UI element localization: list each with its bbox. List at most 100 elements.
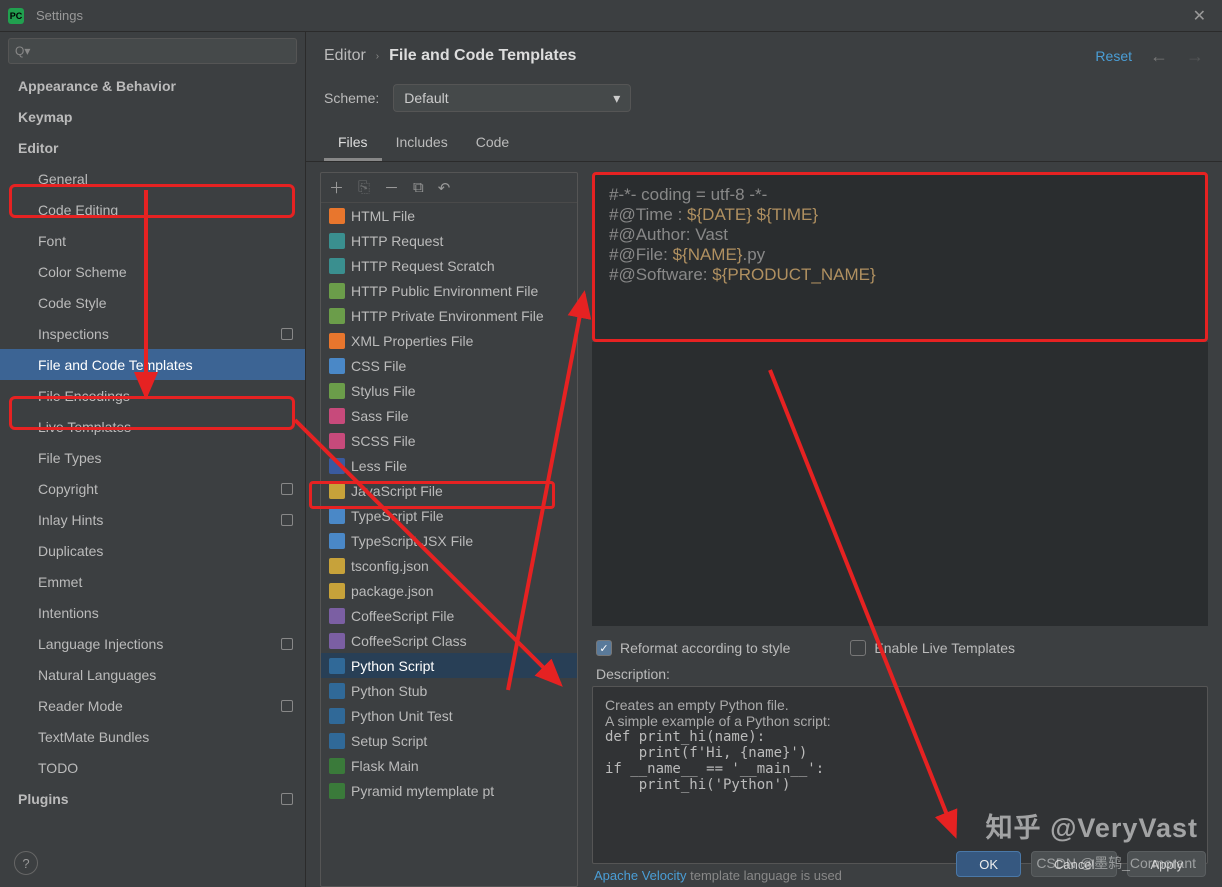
tree-item[interactable]: Inlay Hints xyxy=(0,504,305,535)
template-item[interactable]: HTML File xyxy=(321,203,577,228)
template-item[interactable]: Flask Main xyxy=(321,753,577,778)
file-type-icon xyxy=(329,608,345,624)
settings-tree[interactable]: ›Appearance & BehaviorKeymap⌄Editor›Gene… xyxy=(0,70,305,887)
tree-item[interactable]: Live Templates xyxy=(0,411,305,442)
template-item[interactable]: CoffeeScript Class xyxy=(321,628,577,653)
tree-item[interactable]: TODO xyxy=(0,752,305,783)
template-item[interactable]: Pyramid mytemplate pt xyxy=(321,778,577,803)
tree-item[interactable]: Plugins xyxy=(0,783,305,814)
scheme-label: Scheme: xyxy=(324,90,379,106)
tree-item[interactable]: Intentions xyxy=(0,597,305,628)
help-button[interactable]: ? xyxy=(14,851,38,875)
scope-badge-icon xyxy=(281,328,293,340)
tree-item[interactable]: ›Appearance & Behavior xyxy=(0,70,305,101)
ok-button[interactable]: OK xyxy=(956,851,1021,877)
tree-item[interactable]: Font xyxy=(0,225,305,256)
tree-item[interactable]: File Encodings xyxy=(0,380,305,411)
close-icon[interactable]: ✕ xyxy=(1185,2,1214,30)
tree-item[interactable]: ›Code Style xyxy=(0,287,305,318)
template-item[interactable]: JavaScript File xyxy=(321,478,577,503)
tree-item[interactable]: File and Code Templates xyxy=(0,349,305,380)
tree-item[interactable]: Reader Mode xyxy=(0,690,305,721)
template-item[interactable]: HTTP Request xyxy=(321,228,577,253)
template-item[interactable]: Python Unit Test xyxy=(321,703,577,728)
add-icon[interactable]: ＋ xyxy=(329,177,344,198)
file-type-icon xyxy=(329,558,345,574)
copy-template-icon[interactable]: ⎘ xyxy=(358,179,370,196)
live-templates-checkbox[interactable] xyxy=(850,640,866,656)
tree-item[interactable]: ›Color Scheme xyxy=(0,256,305,287)
window-title: Settings xyxy=(36,8,83,23)
search-input[interactable]: Q▾ xyxy=(8,38,297,64)
template-item[interactable]: XML Properties File xyxy=(321,328,577,353)
template-item[interactable]: Less File xyxy=(321,453,577,478)
breadcrumb-parent[interactable]: Editor xyxy=(324,47,366,65)
chevron-icon: › xyxy=(39,173,41,184)
template-item[interactable]: package.json xyxy=(321,578,577,603)
tree-item[interactable]: ⌄Editor xyxy=(0,132,305,163)
file-type-icon xyxy=(329,358,345,374)
tree-item[interactable]: Code Editing xyxy=(0,194,305,225)
scope-badge-icon xyxy=(281,793,293,805)
undo-icon[interactable]: ↶ xyxy=(438,179,451,197)
tree-item[interactable]: Inspections xyxy=(0,318,305,349)
template-item[interactable]: Stylus File xyxy=(321,378,577,403)
reformat-checkbox[interactable]: ✓ xyxy=(596,640,612,656)
file-type-icon xyxy=(329,683,345,699)
remove-icon[interactable]: － xyxy=(384,177,399,198)
file-type-icon xyxy=(329,633,345,649)
search-icon: Q▾ xyxy=(15,44,30,58)
scope-badge-icon xyxy=(281,514,293,526)
template-item[interactable]: Setup Script xyxy=(321,728,577,753)
template-item[interactable]: tsconfig.json xyxy=(321,553,577,578)
template-item[interactable]: Python Stub xyxy=(321,678,577,703)
tree-item[interactable]: File Types xyxy=(0,442,305,473)
file-type-icon xyxy=(329,658,345,674)
template-item[interactable]: CSS File xyxy=(321,353,577,378)
tab-files[interactable]: Files xyxy=(324,126,382,161)
chevron-icon: › xyxy=(39,297,41,308)
chevron-icon: › xyxy=(21,80,23,91)
template-item[interactable]: Sass File xyxy=(321,403,577,428)
file-type-icon xyxy=(329,408,345,424)
template-item[interactable]: HTTP Private Environment File xyxy=(321,303,577,328)
file-type-icon xyxy=(329,483,345,499)
template-item[interactable]: Python Script xyxy=(321,653,577,678)
chevron-right-icon: › xyxy=(376,51,379,62)
tree-item[interactable]: Keymap xyxy=(0,101,305,132)
template-item[interactable]: HTTP Public Environment File xyxy=(321,278,577,303)
template-item[interactable]: SCSS File xyxy=(321,428,577,453)
copy-icon[interactable]: ⧉ xyxy=(413,179,424,196)
chevron-icon: › xyxy=(39,266,41,277)
tab-code[interactable]: Code xyxy=(462,126,523,161)
template-item[interactable]: TypeScript File xyxy=(321,503,577,528)
tree-item[interactable]: ›Copyright xyxy=(0,473,305,504)
template-item[interactable]: CoffeeScript File xyxy=(321,603,577,628)
chevron-icon: › xyxy=(39,669,41,680)
tab-includes[interactable]: Includes xyxy=(382,126,462,161)
watermark: CSDN @墨鸫_Cormorant xyxy=(1036,853,1196,873)
scheme-select[interactable]: Default ▾ xyxy=(393,84,631,112)
app-icon: PC xyxy=(8,8,24,24)
file-type-icon xyxy=(329,783,345,799)
tree-item[interactable]: Language Injections xyxy=(0,628,305,659)
template-editor[interactable]: #-*- coding = utf-8 -*- #@Time : ${DATE}… xyxy=(592,172,1208,342)
reset-link[interactable]: Reset xyxy=(1095,48,1132,64)
template-list[interactable]: HTML FileHTTP RequestHTTP Request Scratc… xyxy=(321,203,577,886)
tree-item[interactable]: Duplicates xyxy=(0,535,305,566)
forward-icon: → xyxy=(1186,46,1204,67)
watermark: 知乎 @VeryVast xyxy=(986,806,1198,845)
file-type-icon xyxy=(329,308,345,324)
template-item[interactable]: TypeScript JSX File xyxy=(321,528,577,553)
tree-item[interactable]: ›General xyxy=(0,163,305,194)
file-type-icon xyxy=(329,258,345,274)
scope-badge-icon xyxy=(281,700,293,712)
back-icon[interactable]: ← xyxy=(1150,46,1168,67)
file-type-icon xyxy=(329,283,345,299)
file-type-icon xyxy=(329,533,345,549)
file-type-icon xyxy=(329,583,345,599)
tree-item[interactable]: ›Emmet xyxy=(0,566,305,597)
tree-item[interactable]: TextMate Bundles xyxy=(0,721,305,752)
tree-item[interactable]: ›Natural Languages xyxy=(0,659,305,690)
template-item[interactable]: HTTP Request Scratch xyxy=(321,253,577,278)
